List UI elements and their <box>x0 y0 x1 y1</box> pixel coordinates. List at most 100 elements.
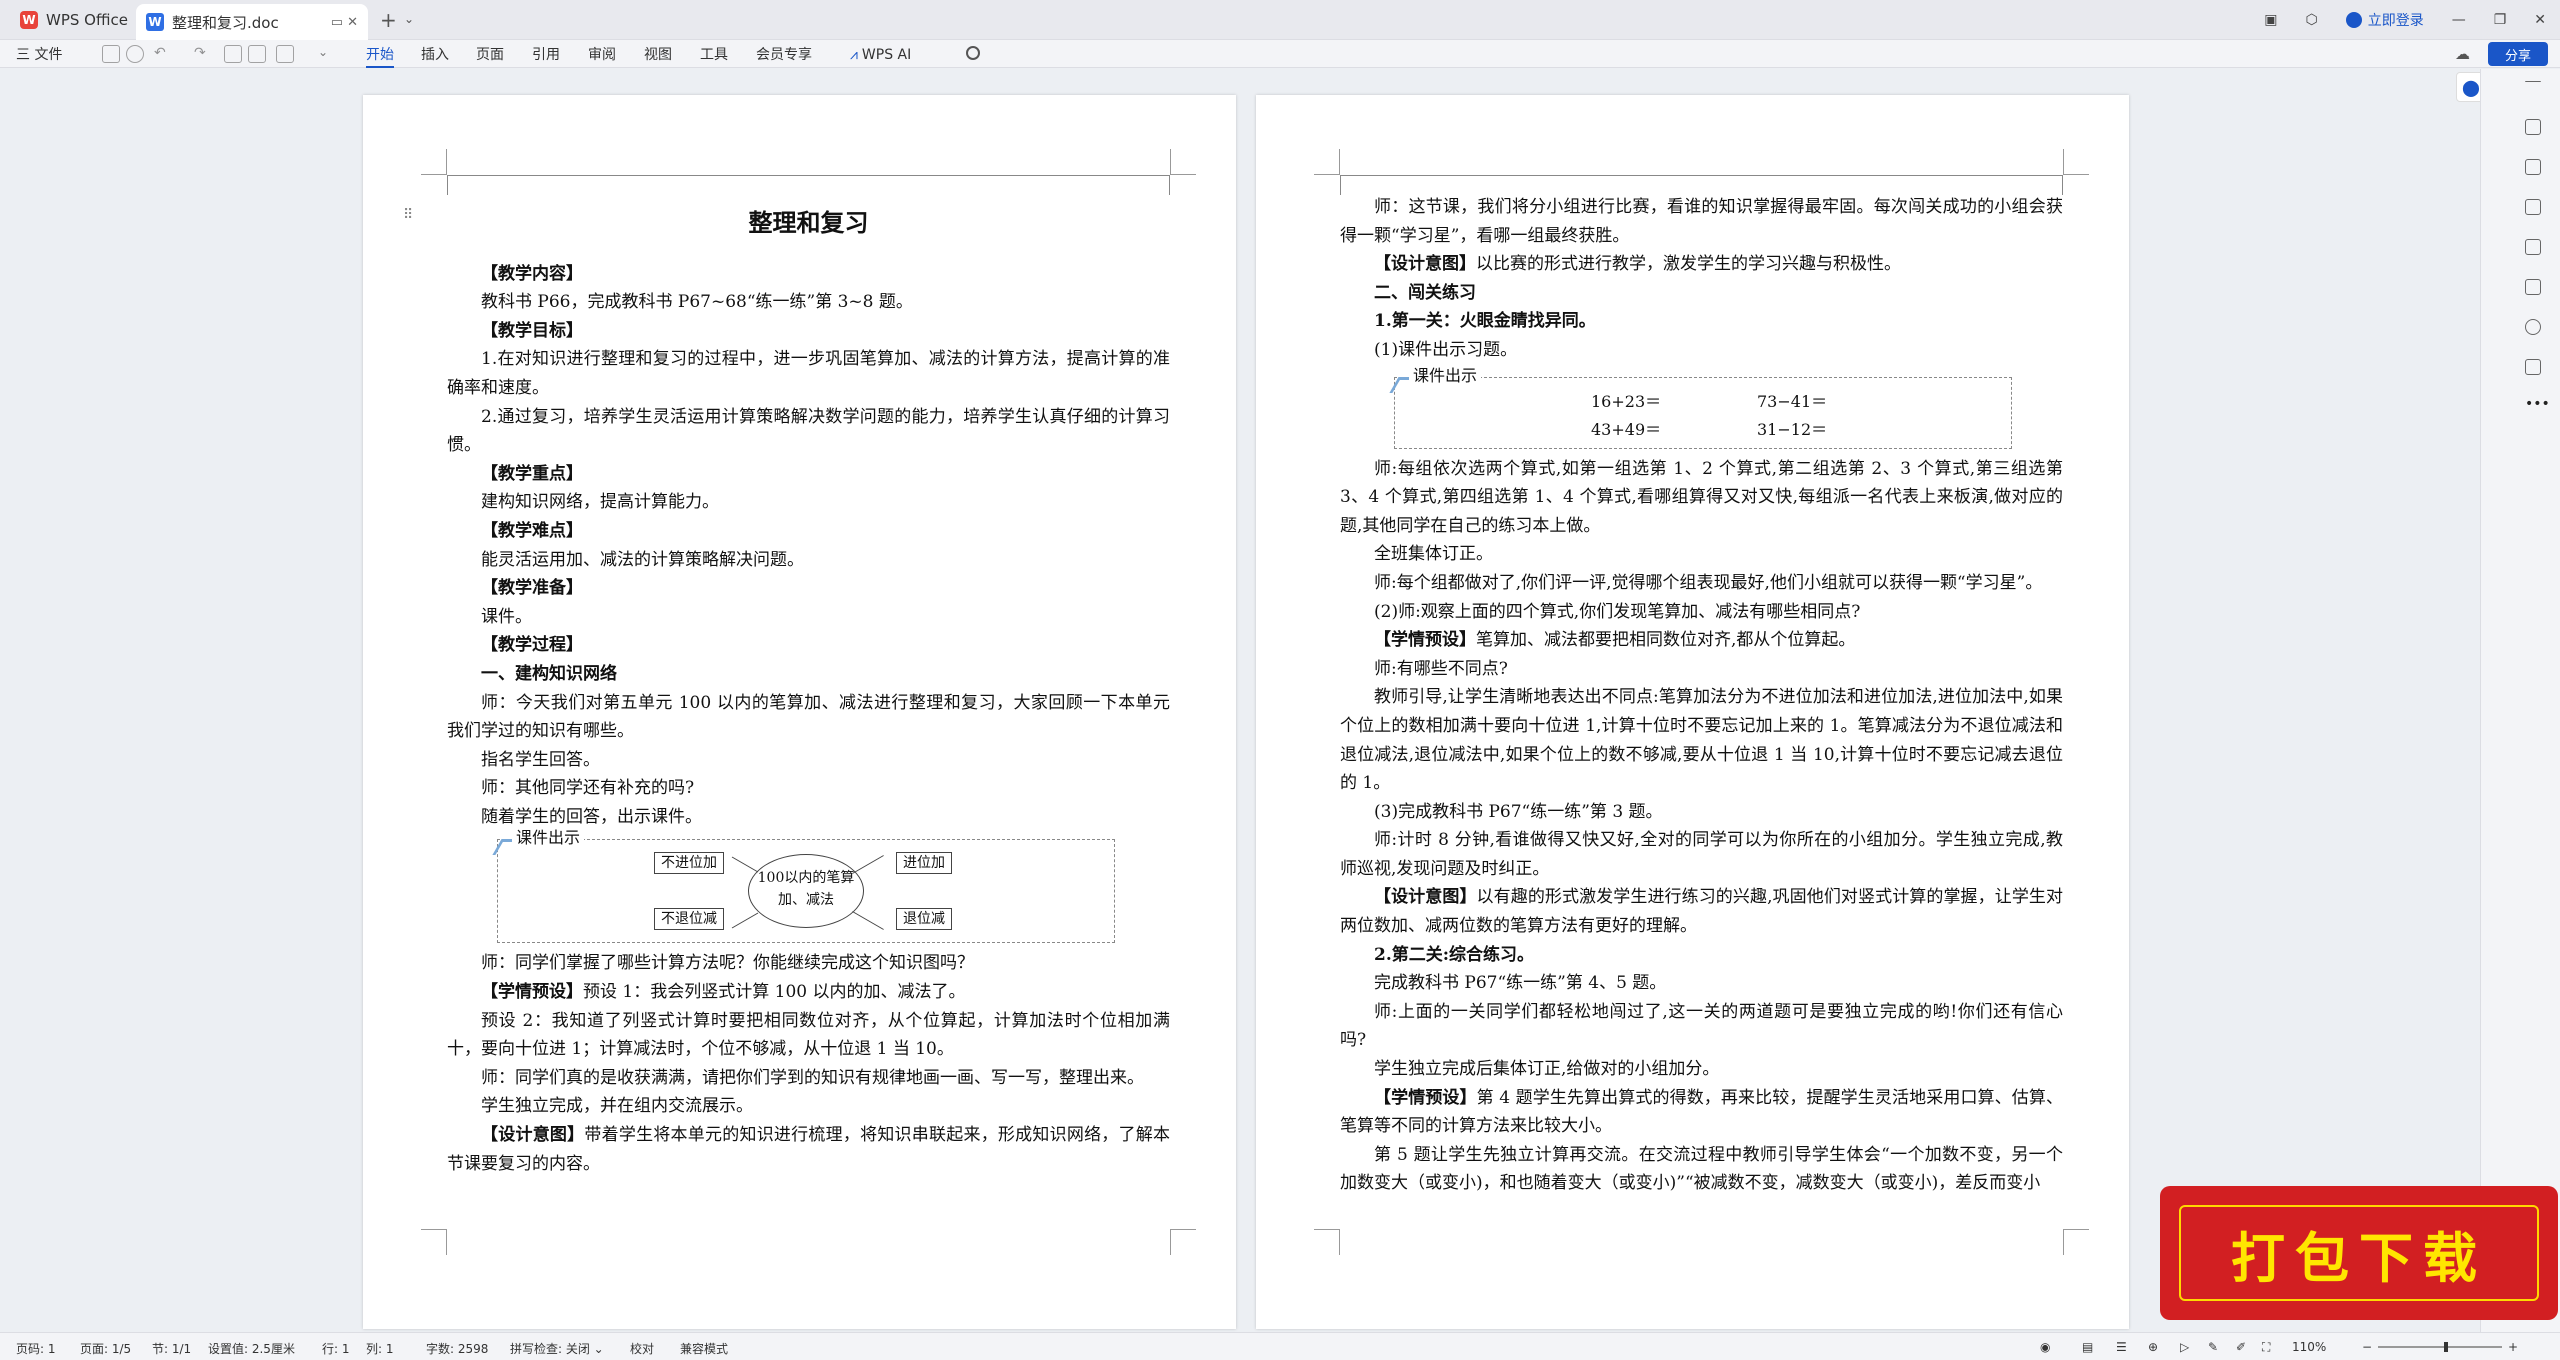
label-bold: 【学情预设】 <box>1374 1087 1477 1108</box>
more-icon[interactable]: ••• <box>2525 397 2550 415</box>
cube-icon[interactable]: ⬡ <box>2305 12 2317 28</box>
paragraph: 师：同学们真的是收获满满，请把你们学到的知识有规律地画一画、写一写，整理出来。 <box>481 1067 1144 1088</box>
page-view-icon[interactable]: ▤ <box>2082 1340 2093 1354</box>
save-icon[interactable] <box>102 45 120 63</box>
crop-mark <box>2063 149 2089 175</box>
zoom-slider-handle[interactable] <box>2444 1342 2449 1352</box>
knowledge-node: 进位加 <box>896 852 952 875</box>
edit-pen-icon[interactable] <box>2525 119 2541 135</box>
document-page-1[interactable]: ⠿ 整理和复习 【教学内容】 教科书 P66，完成教科书 P67~68“练一练”… <box>363 95 1236 1329</box>
tab-page[interactable]: 页面 <box>476 44 504 68</box>
zoom-slider[interactable] <box>2378 1346 2502 1348</box>
write-mode-icon[interactable]: ✎ <box>2208 1340 2218 1354</box>
fit-page-icon[interactable]: ⛶ <box>2262 1340 2270 1355</box>
connector-line <box>852 855 884 875</box>
status-spell-check[interactable]: 拼写检查: 关闭 ⌄ <box>510 1340 604 1357</box>
zoom-out-icon[interactable]: − <box>2362 1340 2372 1354</box>
tab-tools[interactable]: 工具 <box>700 44 728 68</box>
tab-close-icon[interactable]: ▭ ✕ <box>331 15 358 30</box>
search-icon[interactable] <box>966 46 980 60</box>
wps-ai-icon: ⩘ <box>850 47 858 63</box>
adjust-icon[interactable] <box>2525 199 2541 215</box>
label-bold: 【学情预设】 <box>1374 630 1476 651</box>
window-layout-icon[interactable]: ▣ <box>2264 12 2277 28</box>
ribbon-bar: 三 文件 ↶ ↷ ⌄ 开始 插入 页面 引用 审阅 视图 工具 会员专享 ⩘ WP… <box>0 40 2560 68</box>
shirt-icon[interactable] <box>2525 359 2541 375</box>
wps-window: { "titlebar": { "home_tab": "WPS Office"… <box>0 0 2560 1360</box>
select-cursor-icon[interactable] <box>2525 159 2541 175</box>
status-column[interactable]: 列: 1 <box>366 1340 394 1357</box>
page-2-body: 师：这节课，我们将分小组进行比赛，看谁的知识掌握得最牢固。每次闯关成功的小组会获… <box>1340 193 2063 1198</box>
download-banner[interactable]: 打包下载 <box>2160 1186 2558 1320</box>
annotate-icon[interactable]: ✐ <box>2236 1340 2246 1354</box>
collapse-icon[interactable] <box>2525 81 2541 83</box>
paragraph: 1.第一关：火眼金睛找异同。 <box>1374 311 1596 332</box>
restore-window-icon[interactable]: ❐ <box>2494 12 2507 28</box>
tab-wps-home[interactable]: W WPS Office <box>8 0 136 40</box>
document-page-2[interactable]: 师：这节课，我们将分小组进行比赛，看谁的知识掌握得最牢固。每次闯关成功的小组会获… <box>1256 95 2129 1329</box>
status-pages[interactable]: 页面: 1/5 <box>80 1340 131 1357</box>
cloud-sync-icon[interactable]: ☁ <box>2455 45 2470 63</box>
minimize-window-icon[interactable]: — <box>2452 12 2466 28</box>
paragraph: 教师引导,让学生清晰地表达出不同点:笔算加法分为不进位加法和进位加法,进位加法中… <box>1340 687 2063 794</box>
tab-reference[interactable]: 引用 <box>532 44 560 68</box>
close-window-icon[interactable]: ✕ <box>2534 12 2546 28</box>
tab-start[interactable]: 开始 <box>366 44 394 68</box>
paragraph: 二、闯关练习 <box>1374 282 1476 303</box>
paragraph: 教科书 P66，完成教科书 P67~68“练一练”第 3~8 题。 <box>481 292 913 313</box>
status-page-number[interactable]: 页码: 1 <box>16 1340 56 1357</box>
tab-wps-ai[interactable]: ⩘ WPS AI <box>850 44 911 68</box>
tab-document[interactable]: W 整理和复习.doc ▭ ✕ <box>136 4 368 40</box>
paragraph: 能灵活运用加、减法的计算策略解决问题。 <box>481 549 804 570</box>
equation: 73−41＝ <box>1757 391 1828 411</box>
right-sidebar: ••• <box>2480 69 2560 1332</box>
locate-icon[interactable] <box>126 45 144 63</box>
paragraph: 学生独立完成后集体订正,给做对的小组加分。 <box>1374 1059 1720 1080</box>
paragraph: (2)师:观察上面的四个算式,你们发现笔算加、减法有哪些相同点? <box>1374 601 1861 622</box>
file-menu[interactable]: 三 文件 <box>16 44 62 66</box>
tools-icon[interactable] <box>2525 279 2541 295</box>
print-icon[interactable] <box>224 45 242 63</box>
status-compat-mode[interactable]: 兼容模式 <box>680 1340 728 1357</box>
new-tab-icon[interactable]: + <box>380 8 397 32</box>
outline-view-icon[interactable]: ☰ <box>2116 1340 2127 1354</box>
crop-mark <box>421 1229 447 1255</box>
status-setting[interactable]: 设置值: 2.5厘米 <box>208 1340 295 1357</box>
status-section[interactable]: 节: 1/1 <box>152 1340 191 1357</box>
web-view-icon[interactable]: ⊕ <box>2148 1340 2158 1354</box>
connector-line <box>731 857 759 873</box>
eye-protect-icon[interactable]: ◉ <box>2040 1340 2050 1354</box>
share-button[interactable]: 分享 <box>2488 42 2548 66</box>
shape-icon[interactable] <box>2525 239 2541 255</box>
undo-icon[interactable]: ↶ <box>154 45 172 63</box>
status-word-count[interactable]: 字数: 2598 <box>426 1340 488 1357</box>
help-icon[interactable] <box>2525 319 2541 335</box>
zoom-level[interactable]: 110% <box>2292 1340 2326 1354</box>
status-proofread[interactable]: 校对 <box>630 1340 654 1357</box>
zoom-in-icon[interactable]: + <box>2508 1340 2518 1354</box>
status-bar: 页码: 1 页面: 1/5 节: 1/1 设置值: 2.5厘米 行: 1 列: … <box>0 1332 2560 1360</box>
format-painter-icon[interactable] <box>276 45 294 63</box>
drag-handle-icon[interactable]: ⠿ <box>403 207 413 223</box>
redo-icon[interactable]: ↷ <box>194 45 212 63</box>
tab-wps-home-label: WPS Office <box>46 11 128 29</box>
title-bar: W WPS Office W 整理和复习.doc ▭ ✕ + ⌄ ▣ ⬡ 立即登… <box>0 0 2560 40</box>
paragraph: 2.第二关:综合练习。 <box>1374 944 1535 965</box>
export-pdf-icon[interactable] <box>248 45 266 63</box>
tab-insert[interactable]: 插入 <box>421 44 449 68</box>
more-chevron-icon[interactable]: ⌄ <box>318 45 336 63</box>
tab-document-label: 整理和复习.doc <box>172 13 279 32</box>
login-button[interactable]: 立即登录 <box>2345 10 2424 30</box>
document-title: 整理和复习 <box>748 209 869 237</box>
tab-member[interactable]: 会员专享 <box>756 44 812 68</box>
tab-review[interactable]: 审阅 <box>588 44 616 68</box>
connector-line <box>852 911 884 931</box>
read-mode-icon[interactable]: ▷ <box>2180 1340 2189 1354</box>
document-workspace[interactable]: ⠿ 整理和复习 【教学内容】 教科书 P66，完成教科书 P67~68“练一练”… <box>0 69 2486 1332</box>
tab-view[interactable]: 视图 <box>644 44 672 68</box>
crop-mark <box>421 149 447 175</box>
chevron-down-icon[interactable]: ⌄ <box>404 12 414 26</box>
paragraph: 指名学生回答。 <box>481 749 600 770</box>
status-line[interactable]: 行: 1 <box>322 1340 350 1357</box>
crop-mark <box>1170 149 1196 175</box>
